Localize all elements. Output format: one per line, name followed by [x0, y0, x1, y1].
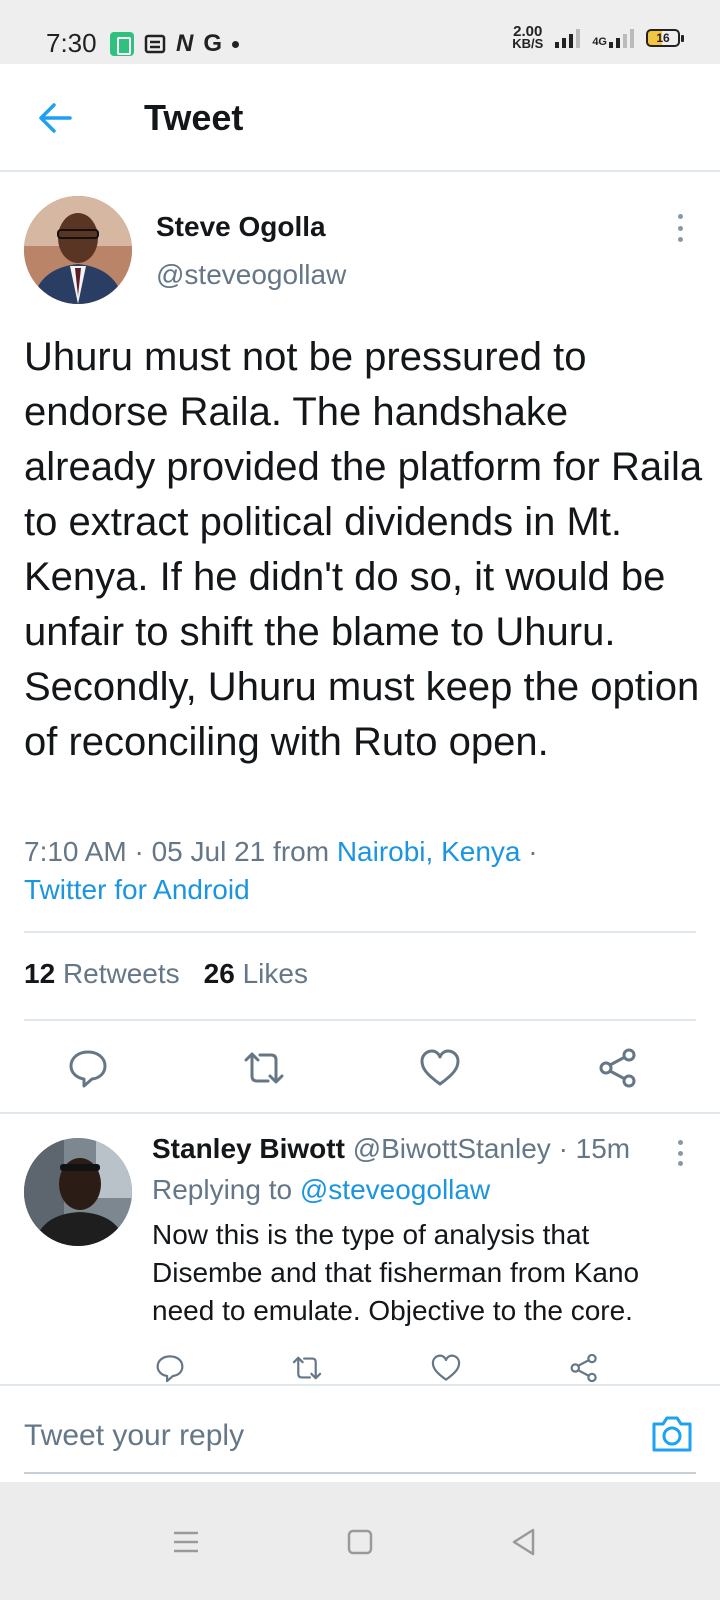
notification-icons: N G: [110, 30, 240, 58]
author-handle[interactable]: @steveogollaw: [156, 259, 346, 291]
camera-button[interactable]: [650, 1414, 694, 1454]
reply-retweet-button[interactable]: [290, 1352, 324, 1384]
more-dot: [677, 1150, 683, 1156]
reply-share-button[interactable]: [568, 1352, 600, 1384]
divider: [24, 931, 696, 933]
reply-time: · 15m: [558, 1133, 631, 1164]
tweet-location-link[interactable]: Nairobi, Kenya: [337, 836, 521, 867]
more-notifications-dot: [232, 40, 240, 48]
reply-author-handle[interactable]: @BiwottStanley: [353, 1133, 551, 1164]
camera-icon: [652, 1416, 692, 1452]
heart-icon: [431, 1354, 461, 1381]
status-right: 2.00 KB/S 4G 16: [512, 23, 684, 51]
retweets-stat[interactable]: 12 Retweets: [24, 958, 180, 990]
more-dot: [677, 237, 683, 242]
likes-stat[interactable]: 26 Likes: [204, 958, 308, 990]
signal-4g-icon: 4G: [592, 28, 634, 48]
reply-composer: Tweet your reply: [0, 1384, 720, 1482]
more-dot: [677, 225, 683, 231]
like-button[interactable]: [418, 1046, 462, 1090]
reply-reply-button[interactable]: [154, 1352, 186, 1384]
more-dot: [677, 1161, 683, 1166]
tweet-client-link[interactable]: Twitter for Android: [24, 874, 250, 905]
share-icon: [570, 1353, 597, 1383]
back-triangle-icon: [512, 1528, 535, 1556]
more-dot: [677, 1140, 683, 1145]
tweet-meta: 7:10 AM · 05 Jul 21 from Nairobi, Kenya …: [24, 833, 684, 909]
news-icon: [144, 34, 166, 54]
retweet-button[interactable]: [242, 1046, 286, 1090]
tweet-more-button[interactable]: [670, 214, 690, 242]
back-arrow-icon: [39, 103, 72, 133]
meta-separator: ·: [520, 836, 538, 867]
avatar-image: [24, 196, 132, 304]
share-icon: [599, 1048, 636, 1088]
google-icon: G: [203, 30, 223, 57]
reply-input[interactable]: Tweet your reply: [24, 1419, 244, 1453]
divider: [24, 1019, 696, 1021]
more-dot: [677, 214, 683, 219]
tweet-stats: 12 Retweets 26 Likes: [24, 958, 308, 990]
avatar-image: [24, 1138, 132, 1246]
reply-header: Stanley Biwott @BiwottStanley · 15m: [152, 1133, 630, 1165]
reply-icon: [156, 1355, 184, 1383]
retweet-icon: [292, 1356, 322, 1380]
home-square-icon: [347, 1529, 373, 1555]
tweet-text: Uhuru must not be pressured to endorse R…: [24, 335, 703, 764]
section-divider: [0, 1112, 720, 1114]
n-app-icon: N: [176, 30, 194, 57]
author-avatar[interactable]: [24, 196, 132, 304]
author-name[interactable]: Steve Ogolla: [156, 211, 326, 243]
top-app-bar: Tweet: [0, 64, 720, 172]
replying-to-handle[interactable]: @steveogollaw: [300, 1174, 490, 1205]
composer-underline: [24, 1472, 696, 1474]
system-nav-bar: [0, 1482, 720, 1600]
replying-to: Replying to @steveogollaw: [152, 1174, 491, 1205]
nav-home-button[interactable]: [340, 1522, 380, 1562]
tweet-timestamp: 7:10 AM · 05 Jul 21 from: [24, 836, 337, 867]
heart-icon: [420, 1049, 460, 1086]
reply-text: Now this is the type of analysis that Di…: [152, 1219, 640, 1326]
reply-button[interactable]: [66, 1046, 110, 1090]
signal-icon: [555, 28, 581, 48]
menu-icon: [174, 1531, 198, 1553]
back-button[interactable]: [36, 98, 76, 138]
status-time: 7:30: [46, 28, 97, 58]
reply-author-avatar[interactable]: [24, 1138, 132, 1246]
retweet-icon: [244, 1052, 284, 1084]
reply-author-name[interactable]: Stanley Biwott: [152, 1133, 345, 1164]
network-speed: 2.00 KB/S: [512, 23, 544, 51]
nav-back-button[interactable]: [504, 1522, 544, 1562]
app-notification-icon: [110, 32, 134, 56]
reply-icon: [69, 1050, 107, 1088]
share-button[interactable]: [596, 1046, 640, 1090]
page-title: Tweet: [144, 97, 244, 138]
nav-menu-button[interactable]: [166, 1522, 206, 1562]
reply-more-button[interactable]: [670, 1140, 690, 1166]
status-bar: 7:30 N G 2.00 KB/S 4G 16: [0, 0, 720, 64]
reply-like-button[interactable]: [430, 1352, 462, 1384]
battery-icon: 16: [646, 29, 684, 47]
